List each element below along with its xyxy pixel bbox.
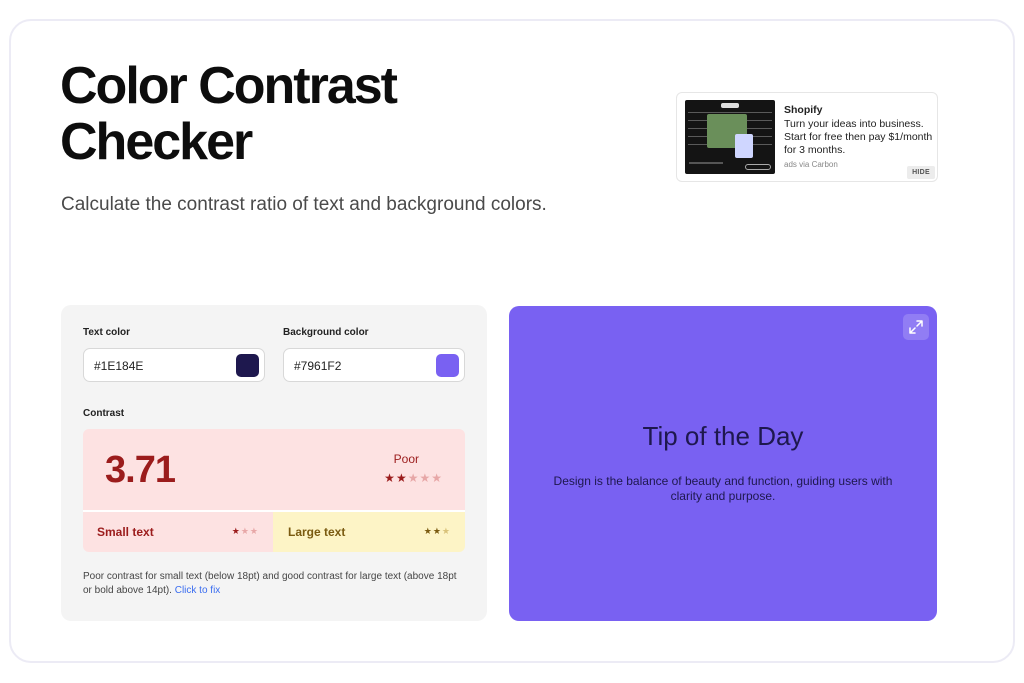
ad-cta-pill [745, 164, 771, 170]
ad-footer-text [689, 162, 723, 170]
ad-via-link[interactable]: ads via Carbon [784, 160, 838, 169]
background-color-swatch[interactable] [436, 354, 459, 377]
text-color-field[interactable] [83, 348, 265, 382]
star-icon: ★ [441, 526, 451, 536]
hide-ad-button[interactable]: HIDE [907, 166, 935, 179]
star-icon: ★ [432, 526, 442, 536]
small-text-label: Small text [97, 525, 154, 539]
small-text-stars: ★★★ [232, 526, 259, 537]
ad-image[interactable] [685, 100, 775, 174]
background-color-label: Background color [283, 327, 369, 338]
carbon-ad[interactable]: Shopify Turn your ideas into business. S… [676, 92, 938, 182]
click-to-fix-link[interactable]: Click to fix [175, 585, 221, 596]
star-icon: ★ [395, 471, 408, 485]
contrast-label: Contrast [83, 408, 125, 419]
contrast-panel: Text color Background color Contrast 3.7… [61, 305, 487, 621]
large-text-label: Large text [288, 525, 346, 539]
star-icon: ★ [419, 471, 432, 485]
star-icon: ★ [240, 526, 250, 536]
star-icon: ★ [423, 526, 433, 536]
star-icon: ★ [431, 471, 443, 485]
preview-title: Tip of the Day [642, 421, 804, 451]
preview-panel: Tip of the Day Design is the balance of … [509, 306, 937, 621]
contrast-ratio: 3.71 [105, 449, 176, 491]
ad-brand: Shopify [784, 104, 823, 116]
large-text-result: Large text ★★★ [273, 510, 465, 552]
expand-icon [909, 320, 923, 334]
expand-button[interactable] [903, 314, 929, 340]
background-color-input[interactable] [294, 357, 424, 374]
small-text-result: Small text ★★★ [83, 510, 273, 552]
page-subtitle: Calculate the contrast ratio of text and… [61, 194, 547, 215]
contrast-note-text: Poor contrast for small text (below 18pt… [83, 571, 457, 596]
shopify-logo [721, 103, 739, 108]
ad-copy[interactable]: Shopify Turn your ideas into business. S… [784, 104, 934, 157]
ad-description: Turn your ideas into business. Start for… [784, 118, 933, 156]
contrast-ratio-box: 3.71 Poor ★★★★★ [83, 429, 465, 510]
overall-stars: ★★★★★ [384, 471, 443, 485]
large-text-stars: ★★★ [424, 526, 451, 537]
star-icon: ★ [249, 526, 259, 536]
star-icon: ★ [384, 471, 396, 485]
page-title: Color Contrast Checker [60, 57, 398, 171]
text-color-label: Text color [83, 327, 131, 338]
background-color-field[interactable] [283, 348, 465, 382]
star-icon: ★ [231, 526, 241, 536]
text-color-input[interactable] [94, 357, 224, 374]
star-icon: ★ [407, 471, 420, 485]
contrast-result: 3.71 Poor ★★★★★ Small text ★★★ Large tex… [83, 429, 465, 552]
ad-card [735, 134, 753, 158]
contrast-note: Poor contrast for small text (below 18pt… [83, 570, 463, 598]
contrast-rating: Poor [393, 452, 419, 466]
text-color-swatch[interactable] [236, 354, 259, 377]
preview-body: Design is the balance of beauty and func… [553, 474, 893, 503]
